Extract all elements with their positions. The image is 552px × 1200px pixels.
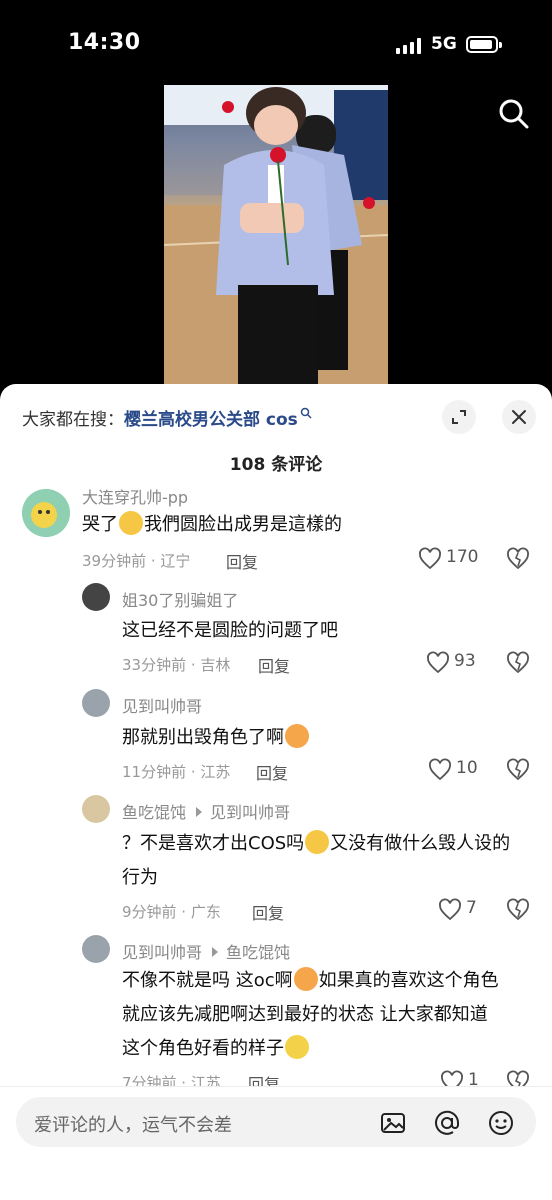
reply-button[interactable]: 回复 <box>258 653 290 677</box>
comment-text: 不像不就是吗 这oc啊 如果真的喜欢这个角色就应该先减肥啊达到最好的状态 让大家都… <box>122 964 542 1066</box>
comment-input[interactable]: 爱评论的人，运气不会差 <box>16 1097 536 1147</box>
comment-sheet: 大家都在搜：樱兰高校男公关部 cos 108 条评论 大连穿孔帅-pp 哭了 我們… <box>0 384 552 1200</box>
comment-text-part: ？不是喜欢才出COS吗 <box>122 833 305 854</box>
comment-input-placeholder: 爱评论的人，运气不会差 <box>34 1115 232 1136</box>
avatar[interactable] <box>82 795 110 823</box>
heart-icon <box>419 547 441 570</box>
comment-text-part: 就应该先减肥啊达到最好的状态 让大家都知道 <box>122 1004 488 1025</box>
comment-username[interactable]: 见到叫帅哥 <box>122 693 202 717</box>
status-time: 14:30 <box>68 30 141 55</box>
comment-sheet-header: 大家都在搜：樱兰高校男公关部 cos 108 条评论 <box>0 384 552 484</box>
reply-button[interactable]: 回复 <box>226 549 258 573</box>
comment-input-bar: 爱评论的人，运气不会差 <box>0 1086 552 1200</box>
comment-text-part: 这个角色好看的样子 <box>122 1038 284 1059</box>
like-button[interactable]: 7 <box>438 898 488 922</box>
video-frame-image <box>164 85 388 385</box>
comment-username: 鱼吃馄饨 见到叫帅哥 <box>122 799 290 823</box>
reply-button[interactable]: 回复 <box>252 900 284 924</box>
search-icon[interactable] <box>496 96 532 132</box>
reply-to-username[interactable]: 见到叫帅哥 <box>210 803 290 822</box>
comment-text: ？不是喜欢才出COS吗 又没有做什么毁人设的行为 <box>122 827 542 895</box>
comment-text-part: 那就别出毁角色了啊 <box>122 727 284 748</box>
medal-emoji-icon <box>285 1035 309 1059</box>
comment-text: 哭了 我們圆脸出成男是這樣的 <box>82 508 342 542</box>
like-button[interactable]: 10 <box>428 758 488 782</box>
comment-item: 鱼吃馄饨 见到叫帅哥 ？不是喜欢才出COS吗 又没有做什么毁人设的行为 9分钟前 ·… <box>0 794 552 934</box>
signal-icon <box>396 38 424 54</box>
hug-emoji-icon <box>293 967 318 991</box>
comment-text-part: 如果真的喜欢这个角色 <box>318 970 499 991</box>
comment-item: 见到叫帅哥 鱼吃馄饨 不像不就是吗 这oc啊 如果真的喜欢这个角色就应该先减肥啊达到… <box>0 934 552 1094</box>
like-count: 93 <box>454 651 476 671</box>
avatar[interactable] <box>82 935 110 963</box>
comment-username[interactable]: 姐30了别骗姐了 <box>122 587 238 611</box>
heart-icon <box>429 758 451 781</box>
avatar[interactable] <box>82 689 110 717</box>
comment-text-part: 又没有做什么毁人设的 <box>330 833 511 854</box>
expand-icon[interactable] <box>442 400 476 434</box>
like-count: 7 <box>466 898 477 918</box>
comment-time-location: 39分钟前 · 辽宁 <box>82 552 191 570</box>
comment-time-location: 9分钟前 · 广东 <box>122 903 221 921</box>
comment-text-part: 行为 <box>122 867 158 888</box>
at-icon[interactable] <box>434 1110 460 1136</box>
network-label: 5G <box>431 34 457 54</box>
broken-heart-icon[interactable] <box>506 547 530 571</box>
reply-to-username[interactable]: 鱼吃馄饨 <box>226 943 290 962</box>
broken-heart-icon[interactable] <box>506 758 530 782</box>
crying-emoji-icon <box>119 511 143 535</box>
status-bar: 14:30 5G <box>0 0 552 84</box>
comment-text: 这已经不是圆脸的问题了吧 <box>122 620 338 641</box>
comment-item: 姐30了别骗姐了 这已经不是圆脸的问题了吧 33分钟前 · 吉林 回复 93 <box>0 582 552 682</box>
hug-emoji-icon <box>285 724 309 748</box>
comment-time-location: 33分钟前 · 吉林 <box>122 656 231 674</box>
comment-text-part: 不像不就是吗 这oc啊 <box>122 970 293 991</box>
close-icon[interactable] <box>502 400 536 434</box>
like-button[interactable]: 170 <box>418 547 488 571</box>
search-suggestion[interactable]: 大家都在搜：樱兰高校男公关部 cos <box>22 405 312 430</box>
comment-text: 那就别出毁角色了啊 <box>122 721 310 755</box>
comment-username[interactable]: 大连穿孔帅-pp <box>82 484 188 508</box>
heart-icon <box>427 651 449 674</box>
comment-item: 见到叫帅哥 那就别出毁角色了啊 11分钟前 · 江苏 回复 10 <box>0 688 552 788</box>
reply-button[interactable]: 回复 <box>256 760 288 784</box>
comment-text-part: 哭了 <box>82 514 118 535</box>
comment-username-text[interactable]: 鱼吃馄饨 <box>122 803 186 822</box>
comment-username: 见到叫帅哥 鱼吃馄饨 <box>122 939 290 963</box>
smile-emoji-icon <box>305 830 330 854</box>
search-suggestion-prefix: 大家都在搜： <box>22 410 124 430</box>
reply-arrow-icon <box>212 947 219 957</box>
comment-time-location: 11分钟前 · 江苏 <box>122 763 231 781</box>
search-suggestion-keyword[interactable]: 樱兰高校男公关部 cos <box>124 410 298 430</box>
comment-item: 大连穿孔帅-pp 哭了 我們圆脸出成男是這樣的 39分钟前 · 辽宁 回复 170 <box>0 484 552 584</box>
emoji-icon[interactable] <box>488 1110 514 1136</box>
video-player[interactable] <box>164 85 388 385</box>
broken-heart-icon[interactable] <box>506 898 530 922</box>
reply-arrow-icon <box>196 807 203 817</box>
like-count: 170 <box>446 547 479 567</box>
broken-heart-icon[interactable] <box>506 651 530 675</box>
image-icon[interactable] <box>380 1110 406 1136</box>
like-count: 10 <box>456 758 478 778</box>
comment-text-part: 我們圆脸出成男是這樣的 <box>144 514 342 535</box>
battery-icon <box>466 36 502 53</box>
avatar[interactable] <box>82 583 110 611</box>
comment-username-text[interactable]: 见到叫帅哥 <box>122 943 202 962</box>
avatar[interactable] <box>22 489 70 537</box>
small-search-icon <box>300 407 312 419</box>
like-button[interactable]: 93 <box>426 651 486 675</box>
comment-count: 108 条评论 <box>229 455 323 475</box>
heart-icon <box>439 898 461 921</box>
